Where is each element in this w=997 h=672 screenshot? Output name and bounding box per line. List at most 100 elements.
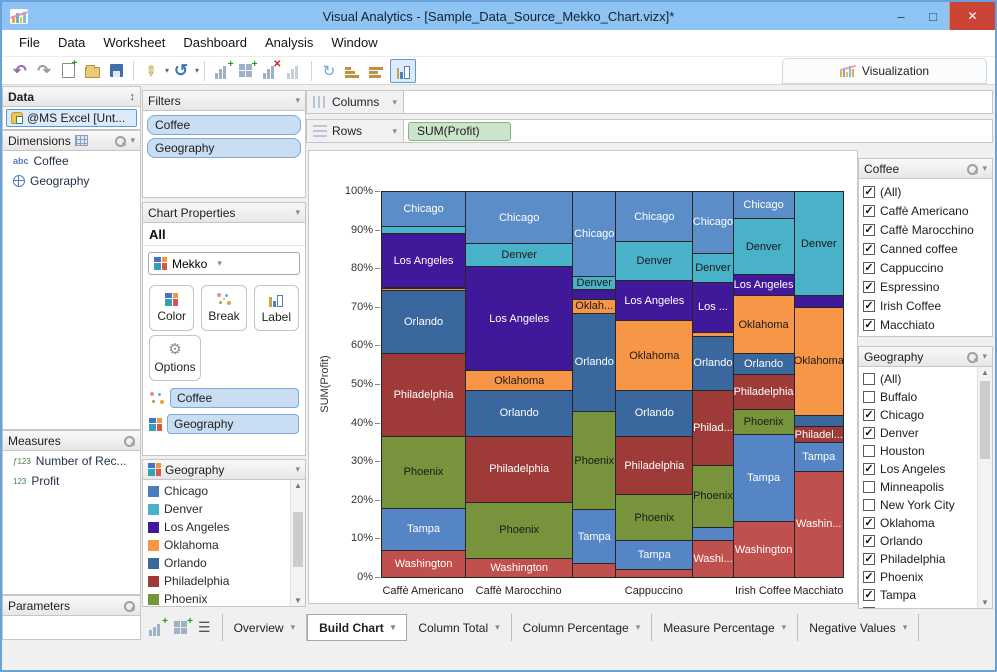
menu-item-data[interactable]: Data bbox=[49, 30, 94, 56]
filter-checkbox-item[interactable]: Houston bbox=[859, 442, 977, 460]
parameters-search-icon[interactable] bbox=[123, 600, 135, 612]
filter-checkbox-item[interactable]: (All) bbox=[859, 370, 977, 388]
refresh-dropdown-icon[interactable]: ▾ bbox=[195, 66, 199, 75]
filter-checkbox-item[interactable]: ✓ Los Angeles bbox=[859, 460, 977, 478]
legend-chevron-icon[interactable]: ▾ bbox=[295, 464, 300, 475]
add-crosstab-icon[interactable]: + bbox=[235, 59, 258, 82]
mekko-segment[interactable]: Washi... bbox=[692, 540, 734, 578]
menu-item-window[interactable]: Window bbox=[322, 30, 386, 56]
tab-chevron-icon[interactable]: ▾ bbox=[782, 622, 787, 633]
geography-scrollbar[interactable]: ▲ ▼ bbox=[977, 367, 992, 608]
mekko-segment[interactable]: Los Angeles bbox=[732, 273, 795, 297]
mekko-segment[interactable]: Washington bbox=[381, 549, 467, 578]
mekko-segment[interactable]: Los Angeles bbox=[381, 233, 467, 289]
geography-scroll-thumb[interactable] bbox=[980, 381, 990, 459]
scroll-down-icon[interactable]: ▼ bbox=[978, 598, 992, 607]
save-icon[interactable] bbox=[105, 60, 127, 82]
scroll-up-icon[interactable]: ▲ bbox=[291, 481, 305, 490]
mekko-segment[interactable]: Washington bbox=[732, 521, 795, 578]
checkbox-checked-icon[interactable]: ✓ bbox=[863, 242, 875, 255]
mekko-segment[interactable]: Denver bbox=[615, 241, 694, 281]
mekko-segment[interactable]: Phoenix bbox=[692, 465, 734, 528]
mekko-segment[interactable]: Los Angeles bbox=[615, 279, 694, 322]
visualization-tab[interactable]: Visualization bbox=[782, 57, 987, 84]
checkbox-checked-icon[interactable]: ✓ bbox=[863, 517, 875, 529]
checkbox-unchecked-icon[interactable] bbox=[863, 373, 875, 385]
close-button[interactable]: ✕ bbox=[949, 2, 995, 30]
geography-filter-header[interactable]: Geography ▾ bbox=[858, 346, 993, 367]
add-chart-icon[interactable]: + bbox=[211, 59, 234, 82]
redo-icon[interactable]: ↷ bbox=[33, 60, 55, 82]
checkbox-checked-icon[interactable]: ✓ bbox=[863, 223, 875, 236]
chart-properties-header[interactable]: Chart Properties ▾ bbox=[142, 202, 306, 223]
geography-chevron-icon[interactable]: ▾ bbox=[982, 351, 987, 362]
mekko-segment[interactable]: Phoenix bbox=[732, 409, 795, 436]
checkbox-checked-icon[interactable]: ✓ bbox=[863, 427, 875, 439]
mekko-segment[interactable]: Oklah... bbox=[572, 299, 617, 314]
mekko-segment[interactable]: Chicago bbox=[732, 191, 795, 220]
chart-placeholder-icon[interactable] bbox=[283, 60, 305, 82]
legend-scrollbar[interactable]: ▲ ▼ bbox=[290, 480, 305, 606]
tab-build-chart[interactable]: Build Chart ▾ bbox=[307, 614, 408, 641]
filter-checkbox-item[interactable]: ✓ Washington bbox=[859, 604, 977, 608]
mekko-segment[interactable]: Orlando bbox=[692, 335, 734, 391]
mekko-segment[interactable]: Orlando bbox=[572, 312, 617, 412]
mekko-segment[interactable]: Philadel... bbox=[793, 426, 844, 443]
mekko-segment[interactable]: Denver bbox=[692, 252, 734, 283]
filter-checkbox-item[interactable]: ✓ Irish Coffee bbox=[859, 296, 992, 315]
mekko-segment[interactable]: Tampa bbox=[381, 507, 467, 551]
data-source-item[interactable]: @MS Excel [Unt... bbox=[6, 109, 137, 127]
tab-negative-values[interactable]: Negative Values ▾ bbox=[798, 614, 920, 641]
checkbox-checked-icon[interactable]: ✓ bbox=[863, 553, 875, 565]
parameters-header[interactable]: Parameters bbox=[2, 595, 141, 616]
updown-icon[interactable]: ↕ bbox=[130, 91, 136, 103]
checkbox-unchecked-icon[interactable] bbox=[863, 481, 875, 493]
checkbox-checked-icon[interactable]: ✓ bbox=[863, 204, 875, 217]
sheet-list-icon[interactable]: ☰ bbox=[198, 619, 211, 636]
sort-bars-icon[interactable] bbox=[342, 60, 364, 82]
legend-item[interactable]: Phoenix bbox=[143, 590, 290, 606]
tab-overview[interactable]: Overview ▾ bbox=[221, 614, 308, 641]
coffee-filter-header[interactable]: Coffee ▾ bbox=[858, 158, 993, 179]
columns-shelf-field[interactable] bbox=[404, 90, 993, 114]
dimensions-header[interactable]: Dimensions ▾ bbox=[2, 130, 141, 151]
tab-column-percentage[interactable]: Column Percentage ▾ bbox=[512, 614, 653, 641]
checkbox-checked-icon[interactable]: ✓ bbox=[863, 280, 875, 293]
mekko-segment[interactable]: Oklahoma bbox=[732, 295, 795, 355]
open-icon[interactable] bbox=[81, 60, 103, 82]
measure-item[interactable]: ƒ123 Number of Rec... bbox=[3, 451, 140, 471]
filter-checkbox-item[interactable]: ✓ Chicago bbox=[859, 406, 977, 424]
filter-checkbox-item[interactable]: ✓ Caffè Americano bbox=[859, 201, 992, 220]
mekko-segment[interactable]: Tampa bbox=[572, 509, 617, 565]
menu-item-file[interactable]: File bbox=[10, 30, 49, 56]
mekko-segment[interactable]: Orlando bbox=[615, 389, 694, 438]
checkbox-checked-icon[interactable]: ✓ bbox=[863, 261, 875, 274]
options-button[interactable]: ⚙ Options bbox=[149, 335, 201, 381]
minimize-button[interactable]: – bbox=[885, 2, 917, 30]
mekko-segment[interactable]: Phoenix bbox=[465, 501, 574, 559]
refresh-icon[interactable]: ↺ bbox=[170, 60, 192, 82]
geography-search-icon[interactable] bbox=[966, 351, 979, 363]
legend-scroll-thumb[interactable] bbox=[293, 512, 303, 567]
mekko-segment[interactable]: Oklahoma bbox=[615, 320, 694, 391]
sum-profit-pill[interactable]: SUM(Profit) bbox=[408, 121, 511, 141]
measure-item[interactable]: 123 Profit bbox=[3, 471, 140, 491]
rows-shelf-label[interactable]: Rows ▾ bbox=[306, 119, 404, 143]
rows-chevron-icon[interactable]: ▾ bbox=[392, 126, 397, 137]
checkbox-unchecked-icon[interactable] bbox=[863, 499, 875, 511]
mekko-segment[interactable]: Philadelphia bbox=[465, 436, 574, 503]
filter-pill-coffee[interactable]: Coffee bbox=[147, 115, 301, 135]
break-field-pill[interactable]: Coffee bbox=[170, 388, 299, 408]
measures-search-icon[interactable] bbox=[123, 435, 135, 447]
mekko-segment[interactable]: Denver bbox=[465, 243, 574, 268]
coffee-chevron-icon[interactable]: ▾ bbox=[982, 163, 987, 174]
chart-type-select[interactable]: Mekko ▾ bbox=[148, 252, 300, 275]
checkbox-unchecked-icon[interactable] bbox=[863, 445, 875, 457]
tab-measure-percentage[interactable]: Measure Percentage ▾ bbox=[652, 614, 799, 641]
legend-item[interactable]: Oklahoma bbox=[143, 536, 290, 554]
tab-chevron-icon[interactable]: ▾ bbox=[636, 622, 641, 633]
mekko-segment[interactable]: Chicago bbox=[381, 191, 467, 227]
filter-checkbox-item[interactable]: ✓ Cappuccino bbox=[859, 258, 992, 277]
tab-column-total[interactable]: Column Total ▾ bbox=[407, 614, 512, 641]
mekko-segment[interactable]: Philadelphia bbox=[615, 436, 694, 495]
